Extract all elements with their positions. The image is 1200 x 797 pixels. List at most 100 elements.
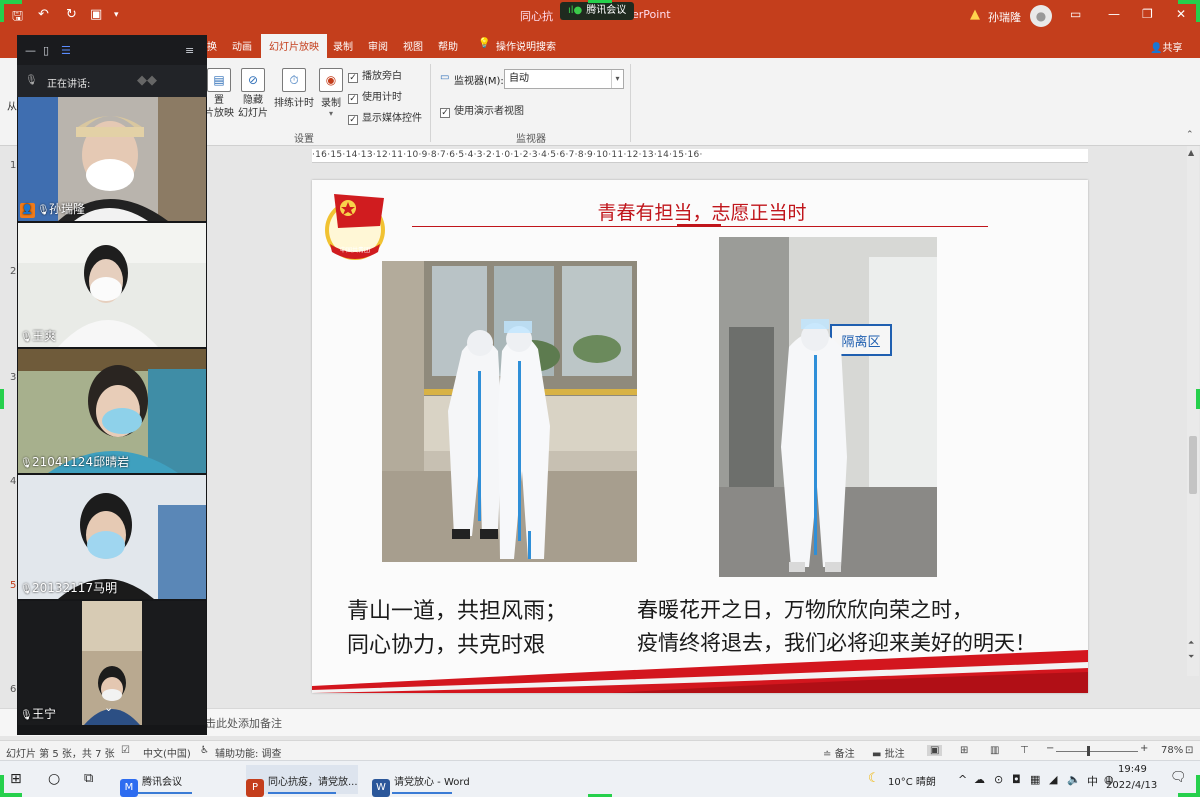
participant-tile[interactable]: 🎙王爽 — [18, 223, 206, 347]
tab-slideshow[interactable]: 幻灯片放映 — [261, 34, 327, 58]
panel-menu-icon[interactable]: ≡ — [185, 44, 194, 57]
scroll-up-icon[interactable]: ▲ — [1188, 148, 1194, 157]
thumbnail-number-4[interactable]: 4 — [10, 476, 16, 487]
avatar[interactable]: ● — [1030, 5, 1052, 27]
zoom-out-icon[interactable]: − — [1046, 743, 1054, 754]
redo-icon[interactable]: ↻ — [66, 7, 77, 22]
minimize-panel-icon[interactable]: — — [25, 44, 36, 57]
thumbnail-number-2[interactable]: 2 — [10, 266, 16, 277]
customize-qa-icon[interactable]: ▾ — [114, 10, 119, 20]
thumbnail-number-1[interactable]: 1 — [10, 160, 16, 171]
tell-me-search[interactable]: 操作说明搜索 — [496, 38, 556, 53]
slide-sorter-icon[interactable]: ⊞ — [960, 745, 968, 756]
collapse-ribbon-icon[interactable]: ⌃ — [1186, 130, 1194, 140]
zoom-slider-thumb[interactable] — [1087, 746, 1090, 756]
notification-icon[interactable]: 🗨 — [1170, 770, 1187, 785]
normal-view-icon[interactable]: ▣ — [927, 745, 943, 756]
windows-start-icon[interactable]: ⊞ — [10, 771, 22, 787]
clock-time[interactable]: 19:49 — [1118, 764, 1147, 775]
taskbar-app-word[interactable]: W 请党放心 - Word — [372, 765, 472, 797]
accessibility-status[interactable]: 辅助功能: 调查 — [215, 745, 282, 760]
taskbar-app-tencent-meeting[interactable]: M 腾讯会议 — [120, 765, 210, 797]
window-mode-icon[interactable]: ▯ — [43, 44, 49, 57]
record-dropdown-icon[interactable]: ▾ — [318, 109, 344, 118]
slide-title[interactable]: 青春有担当，志愿正当时 — [312, 198, 1088, 225]
tray-app-icon[interactable]: ⊙ — [994, 773, 1003, 786]
zoom-level[interactable]: 78% — [1161, 745, 1183, 756]
layout-list-icon[interactable]: ☰ — [61, 44, 71, 57]
notes-toggle[interactable]: ≐ 备注 — [823, 745, 855, 760]
scroll-down-icon[interactable]: ⏷ — [1188, 652, 1194, 662]
undo-icon[interactable]: ↶ — [38, 7, 49, 22]
warning-icon[interactable]: ▲ — [970, 7, 980, 22]
ime-indicator[interactable]: 中 — [1087, 773, 1098, 789]
chevron-up-icon[interactable]: ^ — [958, 773, 967, 786]
account-name[interactable]: 孙瑞隆 — [988, 9, 1021, 25]
volunteers-photo[interactable] — [382, 261, 637, 562]
participant-tile[interactable]: 🎙21041124邱晴岩 — [18, 349, 206, 473]
use-timings-checkbox[interactable]: ✓ 使用计时 — [348, 88, 402, 104]
thumbnail-number-3[interactable]: 3 — [10, 372, 16, 383]
comments-toggle[interactable]: ▬ 批注 — [872, 745, 905, 760]
meeting-sharing-chip[interactable]: ıl● 腾讯会议 — [560, 2, 635, 20]
tab-help[interactable]: 帮助 — [438, 38, 458, 53]
checkbox-checked-icon: ✓ — [440, 108, 450, 118]
setup-show-button[interactable]: ▤ 置 片放映 — [204, 68, 234, 120]
zoom-in-icon[interactable]: + — [1140, 743, 1148, 754]
chevron-down-icon[interactable]: ⌄ — [104, 701, 113, 714]
tab-view[interactable]: 视图 — [403, 38, 423, 53]
speaking-label: 正在讲话: — [47, 79, 91, 90]
scrollbar-thumb[interactable] — [1189, 436, 1197, 494]
tab-review[interactable]: 审阅 — [368, 38, 388, 53]
participant-name: 🎙王宁 — [20, 705, 56, 722]
tab-transitions[interactable]: 换 — [207, 38, 217, 53]
presenter-view-checkbox[interactable]: ✓ 使用演示者视图 — [440, 102, 524, 118]
isolation-zone-photo[interactable]: 隔离区 — [719, 237, 937, 577]
record-button[interactable]: ◉ 录制 ▾ — [318, 68, 344, 118]
save-icon[interactable]: 🖫 — [12, 7, 23, 29]
close-icon[interactable]: ✕ — [1176, 7, 1186, 21]
present-from-start-icon[interactable]: ▣ — [90, 7, 102, 22]
restore-icon[interactable]: ❐ — [1142, 7, 1153, 21]
task-view-icon[interactable]: ⧉ — [84, 771, 93, 786]
taskbar-app-powerpoint[interactable]: P 同心抗疫，请党放... — [246, 765, 358, 797]
weather-text[interactable]: 10°C 晴朗 — [888, 773, 936, 788]
language-indicator[interactable]: 中文(中国) — [143, 745, 191, 760]
zoom-slider[interactable] — [1056, 751, 1138, 752]
cloud-icon[interactable]: ☁ — [974, 773, 985, 786]
tab-record[interactable]: 录制 — [333, 38, 353, 53]
comments-toggle-label: 批注 — [884, 749, 905, 760]
hide-slide-button[interactable]: ⊘ 隐藏 幻灯片 — [238, 68, 268, 120]
play-narrations-checkbox[interactable]: ✓ 播放旁白 — [348, 67, 402, 83]
participant-tile[interactable]: 🎙20132117马明 — [18, 475, 206, 599]
show-media-controls-checkbox[interactable]: ✓ 显示媒体控件 — [348, 109, 422, 125]
ribbon-display-icon[interactable]: ▭ — [1070, 7, 1081, 21]
participant-tile[interactable]: ⌄ 🎙王宁 — [18, 601, 206, 725]
thumbnail-number-5[interactable]: 5 — [10, 580, 16, 591]
network-icon[interactable]: ◢ — [1049, 773, 1057, 786]
fit-slide-icon[interactable]: ⊡ — [1185, 745, 1193, 756]
scroll-up-icon[interactable]: ⏶ — [1188, 638, 1194, 648]
reading-view-icon[interactable]: ▥ — [990, 745, 999, 756]
status-bar: 幻灯片 第 5 张，共 7 张 ☑ 中文(中国) ♿ 辅助功能: 调查 ≐ 备注… — [0, 740, 1200, 760]
tray-app-icon[interactable]: ◘ — [1012, 773, 1021, 786]
search-icon[interactable]: ○ — [48, 771, 60, 787]
tray-app-icon[interactable]: ▦ — [1030, 773, 1040, 786]
participant-tile[interactable]: 👤 🎙孙瑞隆 — [18, 97, 206, 221]
meeting-video-panel[interactable]: — ▯ ☰ ≡ 🎙 正在讲话: ◆◆ 👤 🎙孙瑞隆 🎙王爽 🎙21041124邱… — [17, 35, 207, 735]
spell-check-icon[interactable]: ☑ — [121, 745, 130, 756]
window-title-right: erPoint — [632, 8, 671, 21]
vertical-scrollbar[interactable]: ▲ ⏶ ⏷ — [1187, 146, 1199, 676]
slideshow-view-icon[interactable]: ⊤ — [1020, 745, 1029, 756]
signal-icon: ıl● — [568, 5, 583, 16]
clock-date[interactable]: 2022/4/13 — [1106, 780, 1157, 791]
rehearse-timings-button[interactable]: ⏱ 排练计时 — [274, 68, 314, 109]
tab-animations[interactable]: 动画 — [232, 38, 252, 53]
monitor-select[interactable]: 自动 ▾ — [504, 69, 624, 89]
notes-placeholder[interactable]: 击此处添加备注 — [205, 715, 282, 731]
volume-icon[interactable]: 🔈 — [1067, 773, 1081, 786]
minimize-icon[interactable]: — — [1108, 7, 1120, 21]
share-button[interactable]: 👤共享 — [1150, 39, 1182, 54]
slide-canvas[interactable]: 中国共青团 青春有担当，志愿正当时 隔离区 青山一道，共担风雨； 同心协力，共克… — [312, 180, 1088, 693]
thumbnail-number-6[interactable]: 6 — [10, 684, 16, 695]
